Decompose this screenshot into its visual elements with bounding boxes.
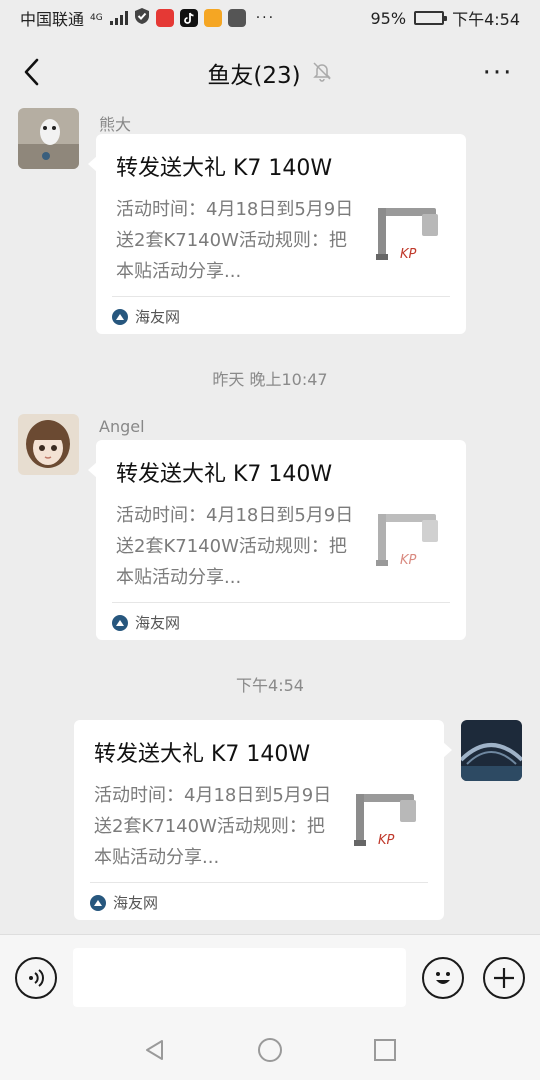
message-item-self: 转发送大礼 K7 140W 活动时间：4月18日到5月9日送2套K7140W活动…	[0, 718, 540, 920]
card-title: 转发送大礼 K7 140W	[116, 156, 333, 181]
system-navigation-bar	[0, 1018, 540, 1080]
tiktok-app-icon	[179, 9, 198, 27]
avatar[interactable]	[18, 108, 79, 169]
card-divider	[90, 882, 428, 883]
card-divider	[112, 296, 450, 297]
circle-home-icon	[258, 1038, 282, 1062]
square-recents-icon	[374, 1039, 396, 1061]
input-bar	[0, 934, 540, 1018]
message-app-icon	[227, 9, 246, 27]
card-divider	[112, 602, 450, 603]
system-back-button[interactable]	[141, 1036, 169, 1064]
shield-notification-icon	[134, 7, 150, 29]
clock: 下午4:54	[452, 10, 520, 29]
back-button[interactable]	[14, 54, 50, 90]
source-name: 海友网	[135, 308, 181, 326]
voice-icon	[29, 969, 44, 987]
bell-off-icon	[311, 60, 333, 86]
emoji-icon	[436, 972, 450, 984]
more-actions-button[interactable]	[483, 957, 525, 999]
message-list[interactable]: 熊大 转发送大礼 K7 140W 活动时间：4月18日到5月9日送2套K7140…	[0, 106, 540, 934]
avatar-self[interactable]	[461, 720, 522, 781]
thumb-logo-text: KP	[400, 247, 417, 262]
message-item: Angel 转发送大礼 K7 140W 活动时间：4月18日到5月9日送2套K7…	[0, 412, 540, 642]
product-thumbnail: KP	[348, 786, 422, 860]
timestamp-separator: 昨天 晚上10:47	[212, 370, 328, 389]
shared-link-card[interactable]: 转发送大礼 K7 140W 活动时间：4月18日到5月9日送2套K7140W活动…	[74, 720, 452, 920]
more-options-button[interactable]: ···	[478, 58, 518, 88]
network-type-label: 4G	[90, 12, 103, 23]
system-recents-button[interactable]	[371, 1036, 399, 1064]
triangle-back-icon	[146, 1040, 163, 1060]
shared-link-card[interactable]: 转发送大礼 K7 140W 活动时间：4月18日到5月9日送2套K7140W活动…	[88, 440, 466, 640]
sender-name: Angel	[99, 417, 145, 436]
timestamp-separator: 下午4:54	[236, 676, 304, 695]
thumb-logo-text: KP	[400, 553, 417, 568]
plus-icon	[494, 968, 514, 988]
product-thumbnail: KP	[370, 200, 444, 274]
source-logo-icon	[112, 308, 128, 325]
chevron-left-icon	[24, 58, 39, 86]
chat-title-group: 鱼友(23)	[207, 56, 332, 90]
card-description: 活动时间：4月18日到5月9日送2套K7140W活动规则：把本贴活动分享...	[94, 785, 332, 868]
status-right: 95% 下午4:54	[371, 6, 521, 30]
card-description: 活动时间：4月18日到5月9日送2套K7140W活动规则：把本贴活动分享...	[116, 199, 354, 282]
chat-title: 鱼友(23)	[207, 63, 301, 89]
card-title: 转发送大礼 K7 140W	[94, 742, 311, 767]
emoji-button[interactable]	[422, 957, 464, 999]
battery-icon	[414, 11, 448, 25]
chat-screen: 中国联通 4G ··· 95% 下午4:54 鱼友(23) ··· 熊大 转发送…	[0, 0, 540, 1080]
card-title: 转发送大礼 K7 140W	[116, 462, 333, 487]
sender-name: 熊大	[99, 115, 132, 134]
shopping-app-icon	[203, 9, 222, 27]
source-logo-icon	[90, 894, 106, 911]
card-source: 海友网	[112, 306, 180, 327]
thumb-logo-text: KP	[378, 833, 395, 848]
source-logo-icon	[112, 614, 128, 631]
status-bar: 中国联通 4G ··· 95% 下午4:54	[0, 0, 540, 36]
status-left: 中国联通 4G ···	[20, 6, 275, 30]
avatar[interactable]	[18, 414, 79, 475]
card-source: 海友网	[112, 612, 180, 633]
chat-header: 鱼友(23) ···	[0, 40, 540, 106]
message-input[interactable]	[73, 948, 406, 1007]
carrier-label: 中国联通	[20, 10, 85, 29]
news-app-icon	[155, 9, 174, 27]
message-item: 熊大 转发送大礼 K7 140W 活动时间：4月18日到5月9日送2套K7140…	[0, 106, 540, 336]
system-home-button[interactable]	[256, 1036, 284, 1064]
card-source: 海友网	[90, 892, 158, 913]
voice-input-button[interactable]	[15, 957, 57, 999]
shared-link-card[interactable]: 转发送大礼 K7 140W 活动时间：4月18日到5月9日送2套K7140W活动…	[88, 134, 466, 334]
battery-percent: 95%	[370, 8, 407, 28]
signal-icon	[109, 11, 128, 25]
card-description: 活动时间：4月18日到5月9日送2套K7140W活动规则：把本贴活动分享...	[116, 505, 354, 588]
source-name: 海友网	[113, 894, 159, 912]
more-notifications-icon: ···	[255, 10, 276, 26]
source-name: 海友网	[135, 614, 181, 632]
product-thumbnail: KP	[370, 506, 444, 580]
